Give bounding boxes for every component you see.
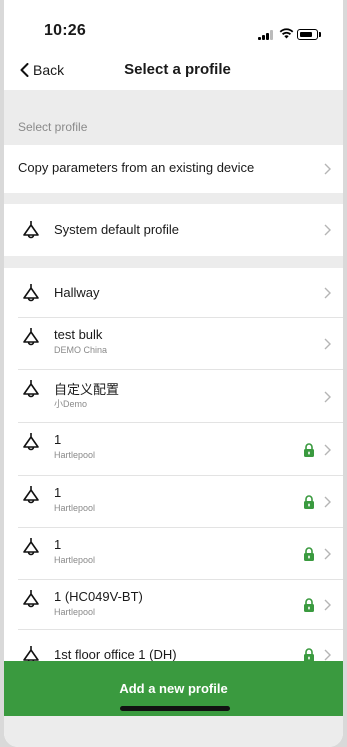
nav-bar: Back Select a profile <box>4 48 343 90</box>
profile-title: Hallway <box>54 285 100 300</box>
profile-row[interactable]: 1 Hartlepool <box>4 423 343 476</box>
chevron-right-icon <box>324 163 331 175</box>
profile-row[interactable]: 1 Hartlepool <box>4 476 343 528</box>
profile-row[interactable]: 1 Hartlepool <box>4 528 343 580</box>
bottom-safe-area <box>4 716 343 747</box>
profile-title: 1 <box>54 537 62 552</box>
page-title: Select a profile <box>124 61 231 78</box>
profile-location: Hartlepool <box>54 503 96 513</box>
ceiling-lamp-icon <box>23 538 39 556</box>
chevron-right-icon <box>324 444 331 455</box>
battery-tip <box>319 32 321 37</box>
chevron-right-icon <box>324 649 331 661</box>
battery-icon <box>297 29 318 40</box>
chevron-right-icon <box>324 599 331 611</box>
profile-row[interactable]: 1 (HC049V-BT) Hartlepool <box>4 580 343 630</box>
profile-title: 1st floor office 1 (DH) <box>54 647 177 662</box>
ceiling-lamp-icon <box>23 380 39 398</box>
profile-location: Hartlepool <box>54 607 96 617</box>
profile-title: 自定义配置 <box>54 382 120 397</box>
profile-row[interactable]: Hallway <box>4 268 343 318</box>
lock-icon <box>304 547 314 561</box>
ceiling-lamp-icon <box>23 590 39 608</box>
system-default-profile-row[interactable]: System default profile <box>4 204 343 256</box>
profile-location: DEMO China <box>54 345 108 355</box>
ceiling-lamp-icon <box>23 328 39 346</box>
profile-location: Hartlepool <box>54 555 96 565</box>
copy-parameters-row[interactable]: Copy parameters from an existing device <box>4 145 343 193</box>
chevron-right-icon <box>324 287 331 299</box>
section-gap <box>4 256 343 268</box>
profile-title: 1 <box>54 432 62 447</box>
chevron-right-icon <box>324 338 331 350</box>
section-label: Select profile <box>18 120 88 134</box>
ceiling-lamp-icon <box>23 221 39 239</box>
profile-location: 小Demo <box>54 399 88 409</box>
section-gap <box>4 193 343 204</box>
profile-title: 1 <box>54 485 62 500</box>
row-title: System default profile <box>54 222 180 237</box>
lock-icon <box>304 598 314 612</box>
profile-row[interactable]: test bulk DEMO China <box>4 318 343 370</box>
copy-parameters-label: Copy parameters from an existing device <box>18 160 255 175</box>
profile-title: test bulk <box>54 327 103 342</box>
cellular-signal-icon <box>258 30 274 40</box>
profile-title: 1 (HC049V-BT) <box>54 589 143 604</box>
chevron-right-icon <box>324 548 331 560</box>
lock-icon <box>304 648 314 662</box>
phone-screen: 10:26 Back Select a profile Select profi… <box>4 0 343 747</box>
lock-icon <box>304 495 314 509</box>
ceiling-lamp-icon <box>23 284 39 302</box>
profile-row[interactable]: 自定义配置小Demo <box>4 370 343 423</box>
ceiling-lamp-icon <box>23 433 39 451</box>
status-bar: 10:26 <box>4 0 343 48</box>
chevron-right-icon <box>324 496 331 508</box>
status-time: 10:26 <box>44 22 86 39</box>
profile-location: Hartlepool <box>54 450 96 460</box>
home-indicator <box>120 706 230 711</box>
chevron-right-icon <box>324 224 331 236</box>
chevron-right-icon <box>324 391 331 402</box>
wifi-icon <box>279 28 294 39</box>
lock-icon <box>304 442 314 457</box>
ceiling-lamp-icon <box>23 486 39 504</box>
section-header <box>4 90 343 145</box>
